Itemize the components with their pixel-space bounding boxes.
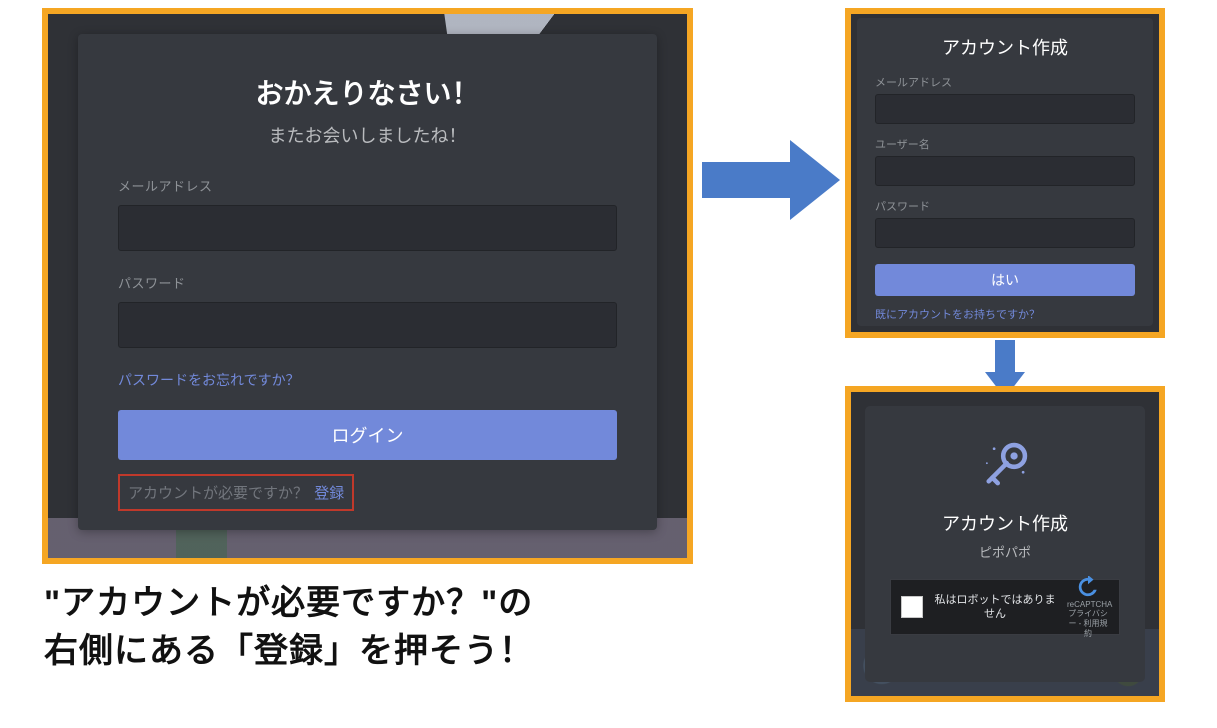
recaptcha-brand: reCAPTCHA — [1067, 600, 1109, 610]
already-have-account-link[interactable]: 既にアカウントをお持ちですか？ — [875, 306, 1135, 322]
reg-password-label: パスワード — [875, 198, 1135, 214]
tos-text: 登録を行うことで、Discordのサービス利用規約及びプライバシーポリシーに同意… — [875, 332, 1135, 338]
register-panel-frame: アカウント作成 メールアドレス ユーザー名 パスワード はい 既にアカウントをお… — [845, 8, 1165, 338]
need-account-text: アカウントが必要ですか？ — [128, 485, 308, 502]
recaptcha-icon — [1077, 576, 1099, 598]
recaptcha-checkbox[interactable] — [901, 596, 923, 618]
recaptcha-widget: 私はロボットではありません reCAPTCHA プライバシー - 利用規約 — [890, 579, 1120, 635]
reg-email-field[interactable] — [875, 94, 1135, 124]
recaptcha-brand-sub: プライバシー - 利用規約 — [1067, 609, 1109, 638]
email-field[interactable] — [118, 205, 617, 251]
login-title: おかえりなさい！ — [118, 72, 617, 112]
recaptcha-logo: reCAPTCHA プライバシー - 利用規約 — [1067, 576, 1109, 638]
password-label: パスワード — [118, 273, 617, 292]
captcha-panel-frame: アカウント作成 ピポパポ 私はロボットではありません reCAPTCHA プライ… — [845, 386, 1165, 702]
recaptcha-text: 私はロボットではありません — [933, 593, 1057, 622]
caption-line-2: 右側にある「登録」を押そう！ — [44, 628, 744, 676]
reg-username-field[interactable] — [875, 156, 1135, 186]
register-link[interactable]: 登録 — [314, 482, 344, 503]
email-label: メールアドレス — [118, 176, 617, 195]
login-card: おかえりなさい！ またお会いしましたね！ メールアドレス パスワード パスワード… — [78, 34, 657, 530]
captcha-title: アカウント作成 — [942, 510, 1068, 536]
key-icon — [976, 436, 1034, 494]
login-button[interactable]: ログイン — [118, 410, 617, 460]
arrow-right-icon — [702, 140, 842, 220]
tos-link[interactable]: サービス利用規約 — [1008, 334, 1088, 338]
password-field[interactable] — [118, 302, 617, 348]
register-submit-button[interactable]: はい — [875, 264, 1135, 296]
login-panel-frame: おかえりなさい！ またお会いしましたね！ メールアドレス パスワード パスワード… — [42, 8, 693, 564]
reg-username-label: ユーザー名 — [875, 136, 1135, 152]
tos-prefix: 登録を行うことで、Discordの — [875, 334, 1008, 338]
captcha-subtitle: ピポパポ — [979, 542, 1031, 561]
login-subtitle: またお会いしましたね！ — [118, 122, 617, 148]
forgot-password-link[interactable]: パスワードをお忘れですか？ — [118, 370, 300, 390]
need-account-row: アカウントが必要ですか？ 登録 — [118, 474, 354, 511]
register-title: アカウント作成 — [875, 34, 1135, 60]
tos-mid: 及び — [1088, 334, 1108, 338]
instruction-caption: "アカウントが必要ですか？"の 右側にある「登録」を押そう！ — [44, 580, 744, 675]
privacy-link[interactable]: プライバシーポリシー — [875, 334, 1128, 338]
caption-line-1: "アカウントが必要ですか？"の — [44, 580, 744, 628]
reg-password-field[interactable] — [875, 218, 1135, 248]
reg-email-label: メールアドレス — [875, 74, 1135, 90]
captcha-card: アカウント作成 ピポパポ 私はロボットではありません reCAPTCHA プライ… — [865, 406, 1145, 682]
register-card: アカウント作成 メールアドレス ユーザー名 パスワード はい 既にアカウントをお… — [857, 18, 1153, 326]
